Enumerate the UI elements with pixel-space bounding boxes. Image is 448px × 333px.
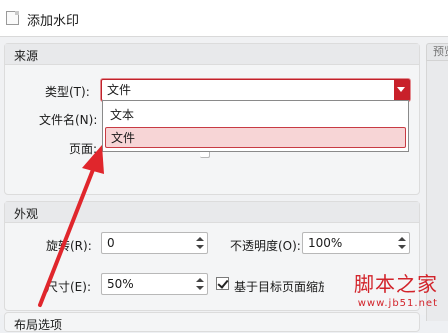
layout-options-title: 布局选项 bbox=[14, 318, 63, 332]
layout-options-group: 布局选项 bbox=[4, 312, 420, 332]
watermark-url: www.jb51.net bbox=[357, 298, 438, 309]
watermark-brand: 脚本之家 bbox=[354, 272, 438, 296]
annotation-arrow-head bbox=[82, 145, 104, 174]
annotation-arrow-shaft bbox=[38, 160, 98, 307]
site-watermark: 脚本之家 www.jb51.net bbox=[314, 268, 444, 314]
